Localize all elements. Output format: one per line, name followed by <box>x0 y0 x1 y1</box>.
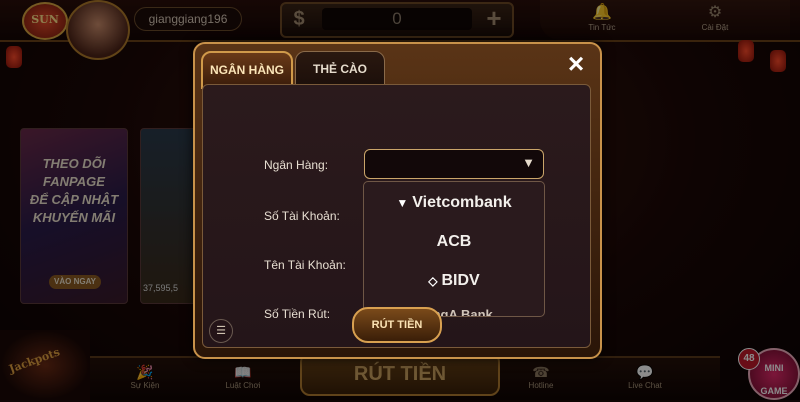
bidv-logo-icon: ◇ <box>428 274 438 288</box>
bank-option-label: ACB <box>436 233 472 250</box>
withdraw-modal: NGÂN HÀNG THẺ CÀO × Ngân Hàng: Số Tài Kh… <box>193 42 602 359</box>
bank-option-label: BIDV <box>441 272 480 289</box>
bank-option[interactable]: ▼ Vietcombank <box>364 184 544 222</box>
bank-option-label: Vietcombank <box>412 194 512 211</box>
bank-select[interactable]: ▼ <box>364 149 544 179</box>
amount-label: Số Tiền Rút: <box>264 307 331 321</box>
close-icon[interactable]: × <box>558 48 594 80</box>
bank-option[interactable]: ◇ BIDV <box>364 262 544 300</box>
bank-option[interactable]: ACB <box>364 223 544 261</box>
bank-label: Ngân Hàng: <box>264 158 329 172</box>
tab-card[interactable]: THẺ CÀO <box>295 51 385 87</box>
history-icon[interactable]: ☰ <box>209 319 233 343</box>
chevron-down-icon: ▼ <box>522 155 535 170</box>
withdraw-submit-button[interactable]: RÚT TIỀN <box>352 307 442 343</box>
account-name-label: Tên Tài Khoản: <box>264 258 346 272</box>
vietcombank-logo-icon: ▼ <box>396 196 409 210</box>
account-number-label: Số Tài Khoản: <box>264 209 340 223</box>
bank-options-list[interactable]: ▼ Vietcombank ACB ◇ BIDV DongA Bank <box>363 181 545 317</box>
